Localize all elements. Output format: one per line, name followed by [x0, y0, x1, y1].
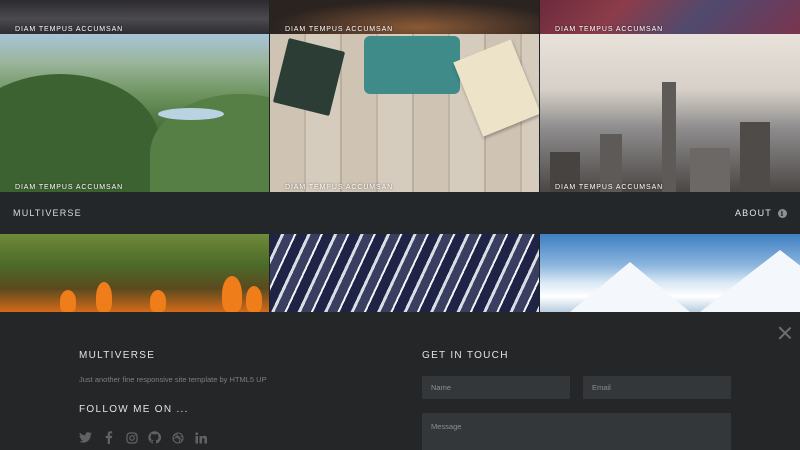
thumbnail-caption: DIAM TEMPUS ACCUMSAN: [285, 184, 394, 191]
building-shape: [690, 148, 730, 192]
close-icon[interactable]: [778, 326, 792, 340]
header-bar: MULTIVERSE ABOUT i: [0, 192, 800, 234]
facebook-icon[interactable]: [102, 431, 115, 444]
panel-title: MULTIVERSE: [79, 350, 156, 361]
thumbnail-caption: DIAM TEMPUS ACCUMSAN: [555, 184, 664, 191]
follow-title: FOLLOW ME ON ...: [79, 404, 189, 415]
mountain-shape: [570, 262, 690, 312]
panel-description: Just another fine responsive site templa…: [79, 375, 267, 384]
thumbnail-tile[interactable]: [0, 234, 269, 312]
tulip-shape: [96, 282, 112, 312]
building-shape: [740, 122, 770, 192]
thumbnail-caption: DIAM TEMPUS ACCUMSAN: [555, 26, 664, 33]
tulip-shape: [60, 290, 76, 312]
mountain-shape: [700, 250, 800, 312]
about-label: ABOUT: [734, 208, 772, 218]
thumbnail-caption: DIAM TEMPUS ACCUMSAN: [285, 26, 394, 33]
about-link[interactable]: ABOUT i: [735, 208, 787, 218]
thumbnail-tile[interactable]: DIAM TEMPUS ACCUMSAN: [540, 34, 800, 192]
thumbnail-caption: DIAM TEMPUS ACCUMSAN: [15, 26, 124, 33]
contact-form: GET IN TOUCH Name Email Message: [422, 350, 732, 450]
email-field[interactable]: Email: [583, 376, 731, 399]
thumbnail-tile[interactable]: DIAM TEMPUS ACCUMSAN: [0, 0, 269, 34]
page: DIAM TEMPUS ACCUMSAN DIAM TEMPUS ACCUMSA…: [0, 0, 800, 450]
tulip-shape: [246, 286, 262, 312]
thumbnail-tile[interactable]: DIAM TEMPUS ACCUMSAN: [0, 34, 269, 192]
instagram-icon[interactable]: [125, 431, 138, 444]
notebook-shape: [272, 37, 346, 117]
message-field[interactable]: Message: [422, 413, 731, 450]
lake-shape: [158, 108, 224, 120]
mountain-shape: [0, 74, 160, 192]
skyscraper-shape: [662, 82, 676, 192]
name-field[interactable]: Name: [422, 376, 570, 399]
thumbnail-tile[interactable]: [540, 234, 800, 312]
about-panel: MULTIVERSE Just another fine responsive …: [0, 312, 800, 450]
info-icon: i: [778, 208, 787, 218]
thumbnail-tile[interactable]: DIAM TEMPUS ACCUMSAN: [270, 34, 539, 192]
social-links: [79, 431, 379, 444]
paper-shape: [453, 39, 539, 137]
thumbnail-tile[interactable]: DIAM TEMPUS ACCUMSAN: [270, 0, 539, 34]
thumbnail-tile[interactable]: [270, 234, 539, 312]
contact-title: GET IN TOUCH: [422, 350, 509, 361]
typewriter-shape: [364, 36, 460, 94]
thumbnail-caption: DIAM TEMPUS ACCUMSAN: [15, 184, 124, 191]
github-icon[interactable]: [148, 431, 161, 444]
dribbble-icon[interactable]: [171, 431, 184, 444]
panel-intro: MULTIVERSE Just another fine responsive …: [79, 350, 379, 444]
thumbnail-tile[interactable]: DIAM TEMPUS ACCUMSAN: [540, 0, 800, 34]
tulip-shape: [150, 290, 166, 312]
site-brand[interactable]: MULTIVERSE: [13, 208, 82, 218]
twitter-icon[interactable]: [79, 431, 92, 444]
linkedin-icon[interactable]: [194, 431, 207, 444]
contact-fields-row: Name Email: [422, 376, 732, 399]
tulip-shape: [222, 276, 242, 312]
